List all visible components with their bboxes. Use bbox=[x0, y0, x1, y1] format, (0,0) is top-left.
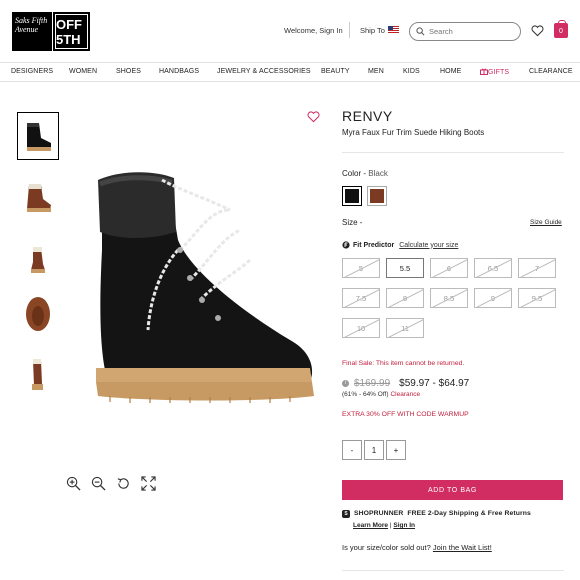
nav-home[interactable]: HOME bbox=[440, 68, 461, 75]
fit-predictor-icon bbox=[342, 241, 350, 249]
nav-kids[interactable]: KIDS bbox=[403, 68, 420, 75]
zoom-out-icon[interactable] bbox=[91, 476, 106, 491]
size-option[interactable]: 7.5 bbox=[342, 288, 380, 308]
main-nav: DESIGNERS WOMEN SHOES HANDBAGS JEWELRY &… bbox=[0, 62, 580, 82]
swatch-fill bbox=[345, 189, 359, 203]
nav-women[interactable]: WOMEN bbox=[69, 68, 97, 75]
product-main-image[interactable] bbox=[90, 170, 320, 410]
size-option[interactable]: 6.5 bbox=[474, 258, 512, 278]
calculate-size-link[interactable]: Calculate your size bbox=[399, 242, 458, 249]
wishlist-heart-icon[interactable] bbox=[531, 25, 544, 37]
quantity-stepper: - 1 + bbox=[342, 440, 406, 460]
nav-handbags[interactable]: HANDBAGS bbox=[159, 68, 199, 75]
boot-thumbnail-image bbox=[32, 359, 43, 390]
shoprunner-sign-in-link[interactable]: Sign In bbox=[393, 522, 415, 529]
color-label: Color - Black bbox=[342, 169, 388, 178]
welcome-sign-in-link[interactable]: Welcome, Sign In bbox=[284, 26, 343, 35]
shopping-bag-button[interactable]: 0 bbox=[554, 20, 568, 38]
boot-thumbnail-image bbox=[26, 297, 50, 331]
discount-info: (61% - 64% Off) Clearance bbox=[342, 391, 420, 398]
boot-thumbnail-image bbox=[27, 123, 51, 151]
product-thumbnail-1[interactable] bbox=[17, 112, 59, 160]
color-swatch-black[interactable] bbox=[342, 186, 362, 206]
add-to-wishlist-icon[interactable] bbox=[307, 111, 320, 123]
size-option[interactable]: 11 bbox=[386, 318, 424, 338]
join-waitlist-link[interactable]: Join the Wait List! bbox=[433, 543, 492, 552]
size-option[interactable]: 6 bbox=[430, 258, 468, 278]
size-option[interactable]: 8 bbox=[386, 288, 424, 308]
zoom-in-icon[interactable] bbox=[66, 476, 81, 491]
swatch-fill bbox=[370, 189, 384, 203]
shoprunner-banner: S SHOPRUNNER FREE 2-Day Shipping & Free … bbox=[342, 510, 531, 518]
size-option[interactable]: 5 bbox=[342, 258, 380, 278]
search-input[interactable] bbox=[429, 27, 519, 36]
nav-designers[interactable]: DESIGNERS bbox=[11, 68, 53, 75]
product-brand[interactable]: RENVY bbox=[342, 108, 393, 124]
product-thumbnail-3[interactable] bbox=[17, 234, 59, 282]
color-label-text: Color - bbox=[342, 169, 367, 178]
nav-clearance[interactable]: CLEARANCE bbox=[529, 68, 573, 75]
price-row: i $169.99 $59.97 - $64.97 bbox=[342, 378, 469, 389]
learn-more-link[interactable]: Learn More bbox=[353, 522, 388, 529]
boot-thumbnail-image bbox=[27, 184, 51, 212]
product-name: Myra Faux Fur Trim Suede Hiking Boots bbox=[342, 128, 485, 137]
size-option[interactable]: 5.5 bbox=[386, 258, 424, 278]
product-thumbnail-5[interactable] bbox=[17, 350, 59, 398]
discount-percent: (61% - 64% Off) bbox=[342, 391, 389, 398]
nav-gifts[interactable]: GIFTS bbox=[480, 68, 509, 76]
size-option[interactable]: 9 bbox=[474, 288, 512, 308]
size-option[interactable]: 7 bbox=[518, 258, 556, 278]
waitlist-text: Is your size/color sold out? bbox=[342, 543, 431, 552]
size-label: Size - bbox=[342, 218, 363, 227]
bag-count: 0 bbox=[559, 28, 563, 35]
fit-predictor-title: Fit Predictor bbox=[353, 241, 395, 249]
original-price: $169.99 bbox=[354, 378, 391, 389]
nav-jewelry-accessories[interactable]: JEWELRY & ACCESSORIES bbox=[217, 68, 311, 75]
add-to-bag-button[interactable]: ADD TO BAG bbox=[342, 480, 563, 500]
nav-men[interactable]: MEN bbox=[368, 68, 384, 75]
rotate-icon[interactable] bbox=[116, 476, 131, 491]
product-thumbnail-2[interactable] bbox=[17, 173, 59, 221]
qty-value[interactable]: 1 bbox=[364, 440, 384, 460]
fullscreen-icon[interactable] bbox=[141, 476, 156, 491]
site-logo[interactable]: Saks Fifth Avenue OFF 5TH bbox=[12, 12, 90, 51]
qty-increase-button[interactable]: + bbox=[386, 440, 406, 460]
price-info-icon[interactable]: i bbox=[342, 380, 349, 387]
fit-predictor: Fit Predictor Calculate your size bbox=[342, 241, 458, 249]
off5th-logo: OFF 5TH bbox=[53, 12, 90, 51]
size-option[interactable]: 8.5 bbox=[430, 288, 468, 308]
ship-to-label[interactable]: Ship To bbox=[360, 26, 385, 35]
nav-shoes[interactable]: SHOES bbox=[116, 68, 141, 75]
sale-price: $59.97 - $64.97 bbox=[399, 378, 470, 389]
size-guide-link[interactable]: Size Guide bbox=[530, 219, 562, 226]
qty-decrease-button[interactable]: - bbox=[342, 440, 362, 460]
shoprunner-brand: SHOPRUNNER bbox=[354, 510, 404, 517]
search-icon bbox=[416, 27, 425, 36]
header-divider bbox=[349, 22, 350, 38]
saks-logo: Saks Fifth Avenue bbox=[12, 12, 52, 51]
shoprunner-icon: S bbox=[342, 510, 350, 518]
color-value: Black bbox=[368, 169, 388, 178]
nav-beauty[interactable]: BEAUTY bbox=[321, 68, 350, 75]
gift-icon bbox=[480, 68, 488, 75]
shoprunner-links: Learn More | Sign In bbox=[353, 522, 416, 529]
product-thumbnail-4[interactable] bbox=[17, 290, 59, 338]
clearance-label: Clearance bbox=[390, 391, 421, 398]
us-flag-icon[interactable] bbox=[388, 26, 399, 34]
final-sale-notice: Final Sale: This item cannot be returned… bbox=[342, 360, 465, 367]
divider bbox=[342, 570, 564, 571]
waitlist-prompt: Is your size/color sold out? Join the Wa… bbox=[342, 543, 492, 552]
shoprunner-text: FREE 2-Day Shipping & Free Returns bbox=[407, 510, 531, 517]
boot-thumbnail-image bbox=[31, 247, 45, 273]
promo-message: EXTRA 30% OFF WITH CODE WARMUP bbox=[342, 411, 469, 418]
search-box[interactable] bbox=[409, 22, 521, 41]
divider bbox=[342, 152, 564, 153]
nav-gifts-label: GIFTS bbox=[488, 69, 510, 76]
color-swatch-brown[interactable] bbox=[367, 186, 387, 206]
size-option[interactable]: 10 bbox=[342, 318, 380, 338]
size-option[interactable]: 9.5 bbox=[518, 288, 556, 308]
